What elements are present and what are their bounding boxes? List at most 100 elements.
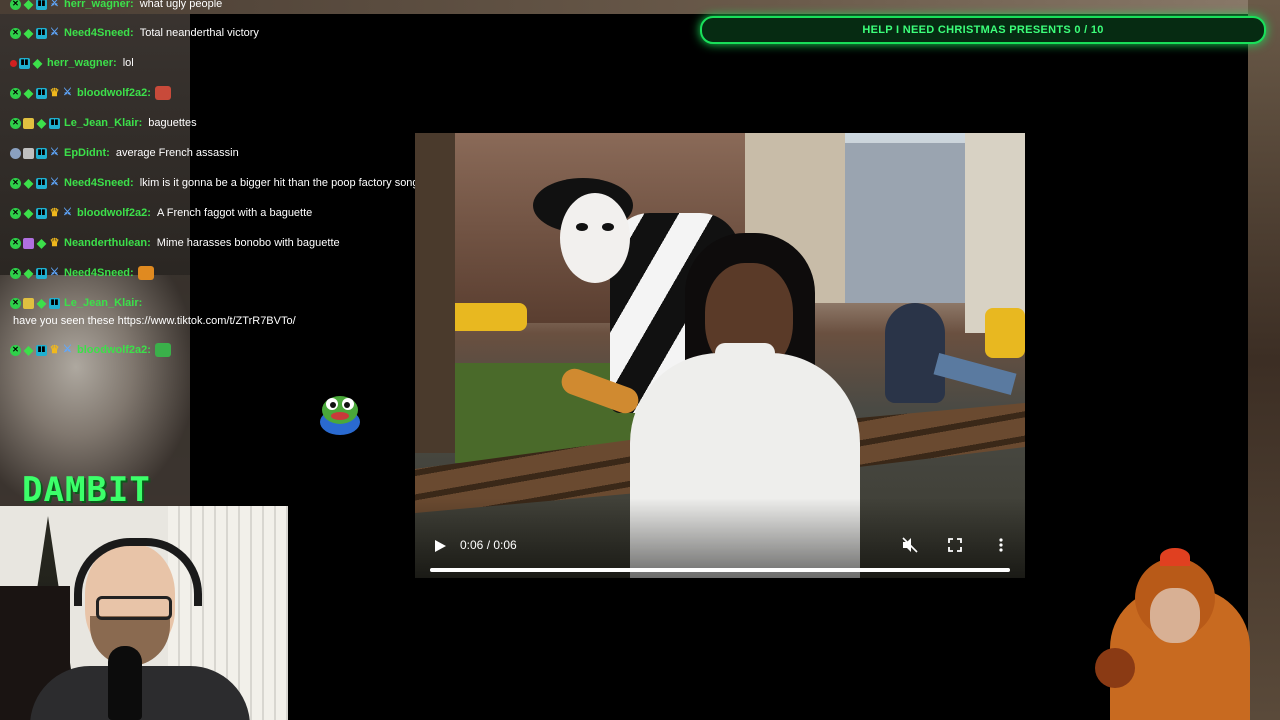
sword-badge-icon: ⚔ [63, 87, 72, 98]
chat-username[interactable]: bloodwolf2a2: [77, 86, 151, 100]
emote-icon [137, 266, 154, 280]
chat-username[interactable]: herr_wagner: [64, 0, 134, 11]
microphone-icon [108, 646, 142, 720]
chat-message: ✕ ◆ ▮▮ Le_Jean_Klair: [10, 296, 142, 310]
square-badge-icon [23, 147, 34, 159]
video-bystander [885, 303, 945, 403]
sword-badge-icon: ⚔ [50, 177, 59, 188]
chat-username[interactable]: Le_Jean_Klair: [64, 116, 142, 130]
diamond-badge-icon: ◆ [23, 26, 34, 40]
chat-text: lol [122, 57, 134, 69]
chat-message: ▮▮ ⚔ EpDidnt: average French assassin [10, 146, 239, 160]
video-mime-face [560, 193, 630, 283]
crown-badge-icon: ♛ [49, 237, 60, 249]
turkey-leg [1095, 648, 1135, 688]
bars-badge-icon: ▮▮ [36, 344, 47, 356]
bars-badge-icon: ▮▮ [36, 207, 47, 219]
goal-label: HELP I NEED CHRISTMAS PRESENTS 0 / 10 [862, 24, 1104, 36]
diamond-badge-icon: ◆ [32, 56, 43, 70]
chat-message: ✕ ◆ ▮▮ Le_Jean_Klair: baguettes [10, 116, 197, 130]
video-woman-turtleneck [715, 343, 775, 388]
chat-text: what ugly people [139, 0, 223, 10]
diamond-badge-icon: ◆ [23, 343, 34, 357]
chat-username[interactable]: Le_Jean_Klair: [64, 296, 142, 310]
sword-badge-icon: ⚔ [63, 344, 72, 355]
bars-badge-icon: ▮▮ [36, 267, 47, 279]
diamond-badge-icon: ◆ [36, 116, 47, 130]
video-progress-fill [430, 568, 1010, 572]
diamond-badge-icon: ◆ [36, 296, 47, 310]
bars-badge-icon: ▮▮ [49, 117, 60, 129]
chat-text: Total neanderthal victory [139, 27, 259, 39]
mime-eye [602, 223, 614, 231]
chat-message: ✕ ◆ ▮▮ ⚔ Need4Sneed: Total neanderthal vict… [10, 26, 259, 40]
chat-message: ✕ ◆ ▮▮ ⚔ Need4Sneed: lkim is it gonna be a … [10, 176, 425, 190]
chat-text-wrapped[interactable]: have you seen these https://www.tiktok.c… [13, 315, 296, 327]
more-vertical-icon[interactable] [997, 537, 1005, 553]
chat-message: ✕ ◆ ▮▮ ♛ ⚔ bloodwolf2a2: A French faggot wit… [10, 206, 312, 220]
bars-badge-icon: ▮▮ [36, 0, 47, 10]
streamer-webcam [0, 506, 288, 720]
moderator-badge-icon: ✕ [10, 237, 21, 249]
video-player[interactable] [415, 133, 1025, 578]
muted-speaker-icon[interactable] [902, 537, 918, 553]
moderator-badge-icon: ✕ [10, 267, 21, 279]
chat-message: ✕ ◆ ▮▮ ♛ ⚔ bloodwolf2a2: [10, 343, 171, 357]
crown-badge-icon: ♛ [49, 87, 60, 99]
chat-text: baguettes [148, 117, 197, 129]
emote-icon [154, 343, 171, 357]
chat-message: ▮▮ ◆ herr_wagner: lol [10, 56, 134, 70]
diamond-badge-icon: ◆ [23, 266, 34, 280]
purple-badge-icon [23, 237, 34, 249]
chat-message: ✕ ◆ ▮▮ ⚔ Need4Sneed: [10, 266, 154, 280]
moderator-badge-icon: ✕ [10, 27, 21, 39]
turkey-comb [1160, 548, 1190, 566]
diamond-badge-icon: ◆ [23, 86, 34, 100]
moderator-badge-icon: ✕ [10, 297, 21, 309]
bars-badge-icon: ▮▮ [49, 297, 60, 309]
bars-badge-icon: ▮▮ [36, 87, 47, 99]
chat-username[interactable]: Need4Sneed: [64, 26, 134, 40]
moderator-badge-icon: ✕ [10, 117, 21, 129]
emote-icon [154, 86, 171, 100]
donation-goal-bar: HELP I NEED CHRISTMAS PRESENTS 0 / 10 [700, 16, 1266, 44]
play-icon[interactable] [433, 539, 447, 553]
diamond-badge-icon: ◆ [23, 176, 34, 190]
crown-badge-icon: ♛ [49, 207, 60, 219]
bars-badge-icon: ▮▮ [36, 177, 47, 189]
red-dot-badge-icon [10, 59, 17, 67]
turkey-costume-streamer [1090, 548, 1260, 720]
diamond-badge-icon: ◆ [23, 206, 34, 220]
moderator-badge-icon: ✕ [10, 87, 21, 99]
gift-badge-icon [23, 297, 34, 309]
chat-message: ✕ ◆ ♛ Neanderthulean: Mime harasses bonobo… [10, 236, 340, 250]
chat-username[interactable]: herr_wagner: [47, 56, 117, 70]
bars-badge-icon: ▮▮ [36, 27, 47, 39]
moderator-badge-icon: ✕ [10, 177, 21, 189]
video-taxi [447, 303, 527, 331]
chat-username[interactable]: Need4Sneed: [64, 176, 134, 190]
chat-username[interactable]: EpDidnt: [64, 146, 110, 160]
streamer-face [1150, 588, 1200, 643]
video-building [845, 143, 965, 303]
chat-text: lkim is it gonna be a bigger hit than th… [139, 177, 425, 189]
video-progress-bar[interactable] [430, 568, 1010, 572]
chat-message: ✕ ◆ ▮▮ ♛ ⚔ bloodwolf2a2: [10, 86, 171, 100]
chat-username[interactable]: bloodwolf2a2: [77, 343, 151, 357]
video-taxi [985, 308, 1025, 358]
sword-badge-icon: ⚔ [50, 27, 59, 38]
crown-badge-icon: ♛ [49, 344, 60, 356]
chat-username[interactable]: Need4Sneed: [64, 266, 134, 280]
chat-username[interactable]: Neanderthulean: [64, 236, 151, 250]
sword-badge-icon: ⚔ [50, 267, 59, 278]
chat-username[interactable]: bloodwolf2a2: [77, 206, 151, 220]
video-time: 0:06 / 0:06 [460, 538, 517, 552]
glasses-icon [96, 596, 172, 620]
fullscreen-icon[interactable] [948, 538, 962, 552]
chat-text: A French faggot with a baguette [156, 207, 313, 219]
video-bystander-legs [933, 353, 1017, 395]
channel-logo: DAMBIT [22, 470, 151, 510]
chat-text: average French assassin [115, 147, 239, 159]
bars-badge-icon: ▮▮ [36, 147, 47, 159]
mime-eye [576, 223, 588, 231]
